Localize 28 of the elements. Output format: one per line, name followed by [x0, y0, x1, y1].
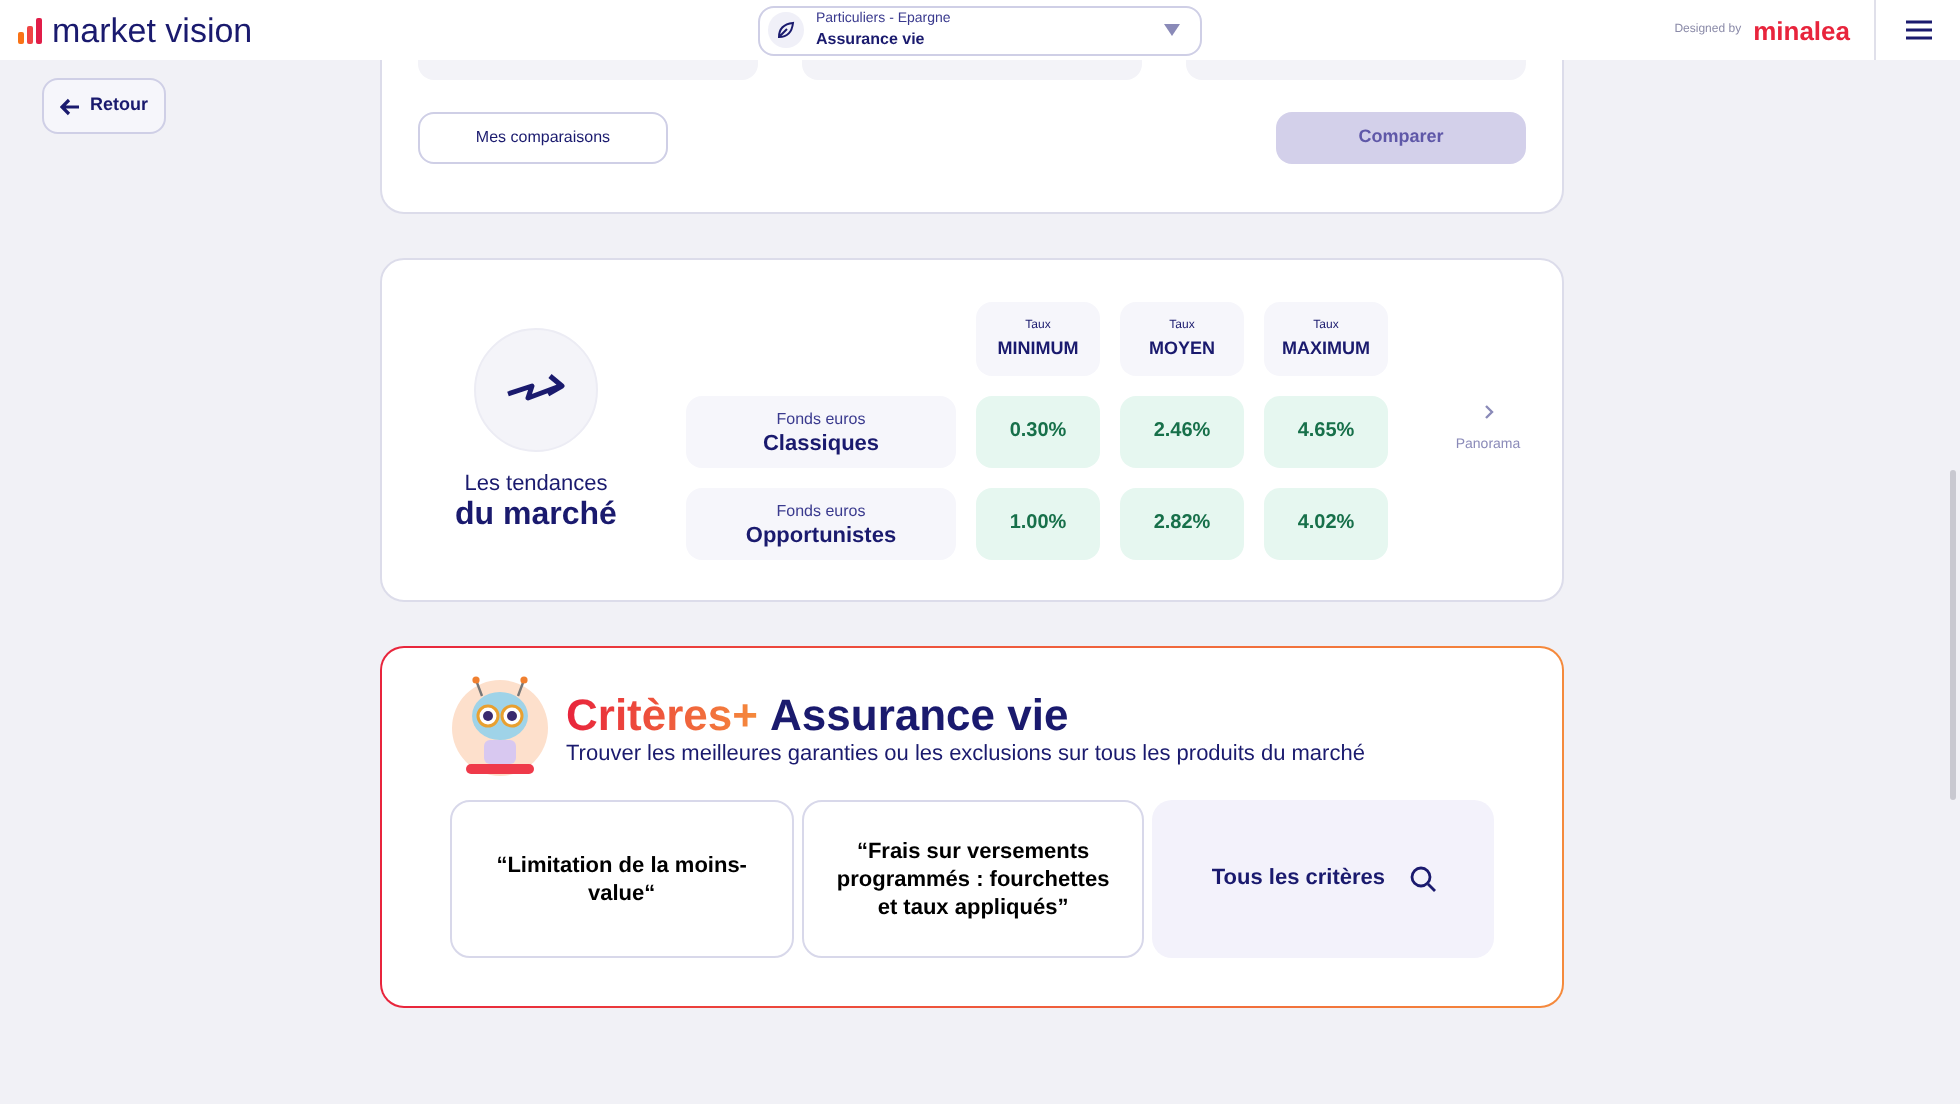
menu-icon	[1905, 20, 1931, 40]
back-button[interactable]: Retour	[42, 78, 166, 134]
rate-cell: 0.30%	[976, 395, 1100, 467]
rate-cell: 4.02%	[1264, 487, 1388, 559]
section-title: du marché	[455, 497, 617, 533]
fund-type-label: Fonds euros Opportunistes	[686, 487, 956, 559]
left-arrow-icon	[60, 97, 80, 115]
all-criteria-button[interactable]: Tous les critères	[1152, 800, 1494, 958]
my-comparisons-button[interactable]: Mes comparaisons	[418, 112, 668, 164]
dropdown-caret-icon	[1164, 24, 1180, 36]
section-subtitle: Trouver les meilleures garanties ou les exclusions sur tous les produits du marché	[566, 741, 1365, 767]
rate-cell: 1.00%	[976, 487, 1100, 559]
scrollbar[interactable]	[1950, 470, 1956, 800]
section-title: Assurance vie	[770, 689, 1069, 741]
section-title: Les tendances	[464, 471, 608, 497]
partner-logo: minalea	[1753, 17, 1850, 43]
search-icon	[1409, 866, 1435, 892]
criterion-card[interactable]: “Frais sur versements programmés : fourchettes et taux appliqués”	[801, 800, 1145, 958]
rate-cell: 2.82%	[1120, 487, 1244, 559]
brand-logo: market vision	[52, 13, 253, 47]
criterion-card[interactable]: “Limitation de la moins-value“	[450, 800, 794, 958]
chevron-right-icon	[1483, 404, 1493, 421]
rate-cell: 4.65%	[1264, 395, 1388, 467]
leaf-icon	[768, 12, 804, 48]
bar-chart-logo-icon	[16, 16, 44, 44]
rate-cell: 2.46%	[1120, 395, 1244, 467]
robot-mascot-drawing	[450, 676, 550, 780]
fund-type-label: Fonds euros Classiques	[686, 395, 956, 467]
